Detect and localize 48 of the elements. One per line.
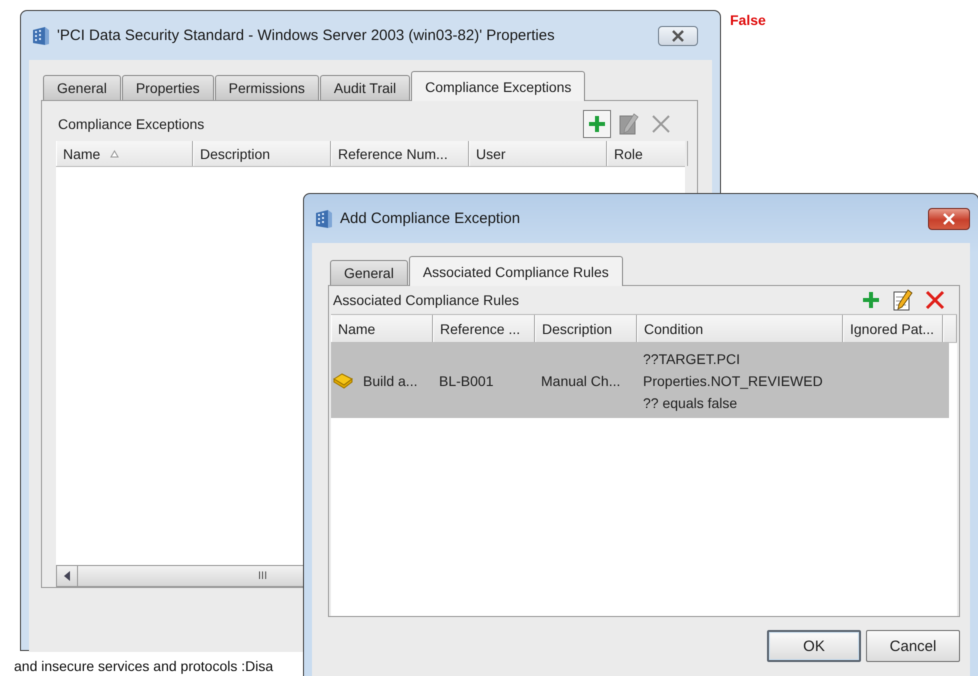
plus-icon <box>588 115 606 133</box>
status-label: False <box>730 12 766 28</box>
pencil-notepad-icon <box>893 289 913 311</box>
building-icon <box>31 26 51 46</box>
tab[interactable]: Properties <box>122 75 214 100</box>
column-header[interactable]: Reference Num... <box>331 141 469 166</box>
window-title: Add Compliance Exception <box>340 210 522 227</box>
table-row[interactable]: Build a... BL-B001 Manual Ch... ??TARGET.PCI Properties.NOT_REVIEWED ?? equals false <box>331 343 949 418</box>
background-text: and insecure services and protocols :Disa <box>14 658 274 674</box>
column-header[interactable]: Name <box>56 141 193 166</box>
column-header[interactable]: User <box>469 141 607 166</box>
close-icon <box>942 212 956 224</box>
column-header[interactable]: Name <box>331 315 433 342</box>
building-icon <box>314 208 334 228</box>
window-title: 'PCI Data Security Standard - Windows Server 2003 (win03-82)' Properties <box>57 27 556 44</box>
pencil-pad-icon <box>619 113 639 135</box>
table-cell-text: ??TARGET.PCI Properties.NOT_REVIEWED ?? equals false <box>643 350 823 413</box>
table-cell: Manual Ch... <box>541 372 620 388</box>
dialog-button[interactable]: OK <box>767 630 861 662</box>
scrollbar-grip: III <box>258 569 268 584</box>
table-cell: BL-B001 <box>439 372 494 388</box>
column-header[interactable]: Ignored Pat... <box>843 315 943 342</box>
delete-icon <box>925 290 945 310</box>
panel-title: Compliance Exceptions <box>58 116 204 132</box>
column-header[interactable]: Role <box>607 141 688 166</box>
close-button[interactable] <box>928 208 970 230</box>
tab[interactable]: Permissions <box>214 75 319 100</box>
column-header[interactable]: Condition <box>637 315 843 342</box>
tab[interactable]: Audit Trail <box>320 75 410 100</box>
sort-arrow-icon <box>110 150 120 158</box>
tab[interactable]: General <box>330 260 408 285</box>
close-button[interactable] <box>658 26 698 46</box>
left-arrow-icon <box>64 571 70 581</box>
dialog-button[interactable]: Cancel <box>866 630 960 662</box>
column-header[interactable]: Reference ... <box>433 315 535 342</box>
add-button[interactable] <box>583 110 611 138</box>
table-cell: Build a... <box>363 372 418 388</box>
plus-icon <box>862 291 880 309</box>
delete-icon <box>651 114 671 134</box>
column-header <box>943 315 957 342</box>
tab[interactable]: Associated Compliance Rules <box>408 256 623 286</box>
panel-title: Associated Compliance Rules <box>333 292 519 308</box>
tab[interactable]: General <box>43 75 121 100</box>
column-header[interactable]: Description <box>193 141 331 166</box>
close-icon <box>671 30 685 42</box>
column-header[interactable]: Description <box>535 315 637 342</box>
book-icon <box>333 372 353 388</box>
tab[interactable]: Compliance Exceptions <box>411 71 586 101</box>
